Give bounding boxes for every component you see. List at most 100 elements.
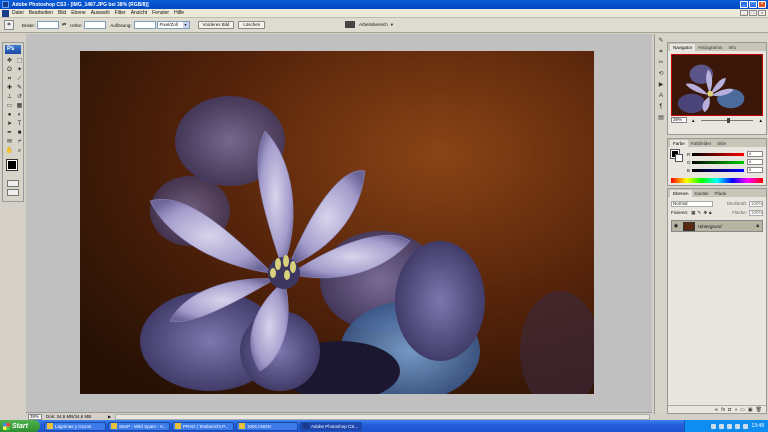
- dodge-tool-icon[interactable]: ◐: [15, 111, 24, 119]
- new-group-icon[interactable]: ▭: [740, 407, 745, 413]
- taskbar-item[interactable]: StarP - Wild Spam - V...: [108, 421, 170, 431]
- tool-presets-icon[interactable]: ⌗: [657, 48, 666, 56]
- status-zoom-field[interactable]: 38%: [28, 413, 42, 420]
- green-value-field[interactable]: 0: [747, 159, 763, 165]
- workspace-menu[interactable]: Arbeitsbereich ▾: [345, 21, 393, 28]
- healing-brush-tool-icon[interactable]: ✚: [5, 84, 14, 92]
- shape-tool-icon[interactable]: ■: [15, 129, 24, 137]
- blue-slider[interactable]: [692, 168, 744, 172]
- taskbar-item[interactable]: PRAD | Testbericht P...: [172, 421, 234, 431]
- color-swatches[interactable]: [5, 159, 22, 177]
- document-image[interactable]: [80, 51, 594, 394]
- adjustment-layer-icon[interactable]: ◑: [734, 407, 737, 413]
- marquee-tool-icon[interactable]: ⬚: [15, 57, 24, 65]
- eyedropper-tool-icon[interactable]: ⌿: [15, 138, 24, 146]
- canvas-area[interactable]: [26, 34, 652, 412]
- blur-tool-icon[interactable]: ●: [5, 111, 14, 119]
- eraser-tool-icon[interactable]: ▭: [5, 102, 14, 110]
- background-swatch[interactable]: [675, 154, 683, 162]
- notes-tool-icon[interactable]: ✉: [5, 138, 14, 146]
- tab-info[interactable]: Info: [726, 44, 740, 51]
- menu-bild[interactable]: Bild: [58, 10, 66, 16]
- menu-ansicht[interactable]: Ansicht: [131, 10, 147, 16]
- blue-value-field[interactable]: 0: [747, 167, 763, 173]
- tab-layers[interactable]: Ebenen: [670, 190, 692, 197]
- path-selection-tool-icon[interactable]: ➤: [5, 120, 14, 128]
- zoom-out-icon[interactable]: ▲: [691, 118, 695, 123]
- gradient-tool-icon[interactable]: ▦: [15, 102, 24, 110]
- tab-navigator[interactable]: Navigator: [670, 44, 696, 51]
- tab-histogram[interactable]: Histogramm: [695, 44, 725, 51]
- doc-restore-button[interactable]: □: [749, 10, 757, 16]
- layer-comps-icon[interactable]: ▤: [657, 114, 666, 122]
- doc-close-button[interactable]: ×: [758, 10, 766, 16]
- taskbar-item[interactable]: Lágrimas y Gozos: [44, 421, 106, 431]
- magic-wand-tool-icon[interactable]: ✦: [15, 66, 24, 74]
- fill-field[interactable]: 100%: [749, 209, 763, 216]
- horizontal-scrollbar[interactable]: [115, 413, 650, 420]
- navigator-zoom-slider[interactable]: [701, 117, 753, 123]
- clone-stamp-tool-icon[interactable]: ⊥: [5, 93, 14, 101]
- paragraph-icon[interactable]: ¶: [657, 103, 666, 111]
- link-layers-icon[interactable]: ∞: [715, 407, 719, 413]
- tray-icon[interactable]: [711, 423, 717, 429]
- hand-tool-icon[interactable]: ✋: [5, 147, 14, 155]
- menu-bearbeiten[interactable]: Bearbeiten: [29, 10, 53, 16]
- layer-style-icon[interactable]: fx: [721, 407, 725, 413]
- color-spectrum-bar[interactable]: [671, 178, 763, 183]
- slice-tool-icon[interactable]: ⟋: [15, 75, 24, 83]
- tray-icon[interactable]: [735, 423, 741, 429]
- resolution-field[interactable]: [133, 21, 156, 29]
- lock-transparency-icon[interactable]: ▦: [691, 210, 695, 216]
- lock-position-icon[interactable]: ✥: [703, 210, 707, 216]
- maximize-button[interactable]: □: [749, 1, 757, 8]
- new-layer-icon[interactable]: ▣: [748, 407, 753, 413]
- status-menu-arrow-icon[interactable]: ▶: [108, 414, 111, 419]
- minimize-button[interactable]: _: [740, 1, 748, 8]
- eye-icon[interactable]: ◉: [672, 223, 680, 229]
- menu-hilfe[interactable]: Hilfe: [174, 10, 184, 16]
- color-panel-swatches[interactable]: [670, 149, 683, 162]
- close-button[interactable]: ×: [758, 1, 766, 8]
- tray-icon[interactable]: [719, 423, 725, 429]
- delete-button[interactable]: Löschen: [238, 21, 266, 29]
- layer-mask-icon[interactable]: ◘: [728, 407, 731, 413]
- taskbar-item-active[interactable]: Adobe Photoshop CS...: [300, 421, 362, 431]
- navigator-thumbnail[interactable]: [671, 54, 763, 116]
- pen-tool-icon[interactable]: ✒: [5, 129, 14, 137]
- tab-color[interactable]: Farbe: [670, 140, 688, 147]
- blend-mode-select[interactable]: Normal: [671, 200, 713, 207]
- tray-icon[interactable]: [743, 423, 749, 429]
- menu-filter[interactable]: Filter: [115, 10, 126, 16]
- menu-auswahl[interactable]: Auswahl: [91, 10, 110, 16]
- actions-icon[interactable]: ▶: [657, 81, 666, 89]
- red-slider[interactable]: [692, 152, 744, 156]
- brushes-panel-icon[interactable]: ✎: [657, 37, 666, 45]
- type-tool-icon[interactable]: T: [15, 120, 24, 128]
- brush-tool-icon[interactable]: ✎: [15, 84, 24, 92]
- start-button[interactable]: Start: [0, 420, 40, 432]
- green-slider[interactable]: [692, 160, 744, 164]
- swap-icon[interactable]: ⇄: [62, 22, 66, 28]
- crop-tool-icon[interactable]: ⌗: [5, 75, 14, 83]
- navigator-zoom-field[interactable]: 38%: [671, 117, 687, 123]
- tab-paths[interactable]: Pfade: [712, 190, 730, 197]
- front-image-button[interactable]: Vorderes Bild: [197, 21, 235, 29]
- zoom-slider-knob[interactable]: [727, 117, 730, 123]
- tab-styles[interactable]: Stile: [714, 140, 729, 147]
- character-icon[interactable]: A: [657, 92, 666, 100]
- delete-layer-icon[interactable]: 🗑︎: [756, 407, 762, 413]
- unit-select[interactable]: Pixel/Zoll ▾: [156, 21, 190, 29]
- crop-tool-preset-icon[interactable]: ⌗: [4, 20, 14, 30]
- lock-pixels-icon[interactable]: ✎: [698, 210, 702, 216]
- history-brush-tool-icon[interactable]: ↺: [15, 93, 24, 101]
- lock-all-icon[interactable]: 🔒︎: [709, 210, 711, 215]
- clone-source-icon[interactable]: ✂: [657, 59, 666, 67]
- red-value-field[interactable]: 0: [747, 151, 763, 157]
- zoom-in-icon[interactable]: ▲: [759, 118, 763, 123]
- doc-minimize-button[interactable]: _: [740, 10, 748, 16]
- zoom-tool-icon[interactable]: ⌕: [15, 147, 24, 155]
- taskbar-item[interactable]: 100CANON: [236, 421, 298, 431]
- move-tool-icon[interactable]: ✥: [5, 57, 14, 65]
- foreground-color-swatch[interactable]: [6, 159, 18, 171]
